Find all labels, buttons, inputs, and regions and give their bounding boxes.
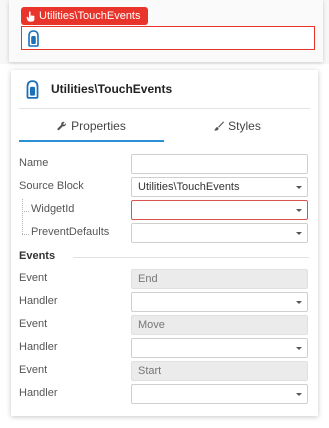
handler-select[interactable] xyxy=(131,384,308,404)
handler-select[interactable] xyxy=(131,292,308,312)
event-label: Event xyxy=(19,364,48,376)
handler-row: Handler xyxy=(11,292,318,314)
chevron-down-icon xyxy=(296,232,302,235)
source-block-value: Utilities\TouchEvents xyxy=(138,181,240,193)
panel-tabs: Properties Styles xyxy=(19,108,310,142)
panel-header: Utilities\TouchEvents xyxy=(11,70,318,108)
handler-row: Handler xyxy=(11,384,318,406)
touch-hand-icon xyxy=(26,80,39,99)
source-block-label: Source Block xyxy=(19,180,84,192)
event-name-field: Move xyxy=(131,315,308,335)
handler-label: Handler xyxy=(19,341,58,353)
event-row: Event Move xyxy=(11,315,318,337)
canvas-area: Utilities\TouchEvents xyxy=(0,0,329,64)
prevent-defaults-label: PreventDefaults xyxy=(31,226,110,238)
prevent-defaults-select[interactable] xyxy=(131,223,308,243)
section-divider xyxy=(73,257,309,258)
handler-select[interactable] xyxy=(131,338,308,358)
event-label: Event xyxy=(19,318,48,330)
wrench-icon xyxy=(57,121,67,130)
block-instance[interactable] xyxy=(21,26,315,50)
property-row-name: Name xyxy=(11,154,318,176)
widget-id-label: WidgetId xyxy=(31,203,75,215)
properties-panel: Utilities\TouchEvents Properties Styles … xyxy=(11,70,318,416)
handler-label: Handler xyxy=(19,387,58,399)
tab-properties[interactable]: Properties xyxy=(19,109,164,142)
source-block-select[interactable]: Utilities\TouchEvents xyxy=(131,177,308,197)
name-input[interactable] xyxy=(131,154,308,174)
canvas-frame: Utilities\TouchEvents xyxy=(9,0,323,62)
event-label: Event xyxy=(19,272,48,284)
touch-hand-icon xyxy=(28,30,39,47)
panel-title: Utilities\TouchEvents xyxy=(51,82,173,96)
property-row-widget-id: WidgetId xyxy=(11,200,318,222)
block-tag[interactable]: Utilities\TouchEvents xyxy=(21,7,148,25)
name-label: Name xyxy=(19,157,49,169)
property-row-source-block: Source Block Utilities\TouchEvents xyxy=(11,177,318,199)
tab-properties-label: Properties xyxy=(71,118,126,133)
chevron-down-icon xyxy=(296,393,302,396)
chevron-down-icon xyxy=(296,301,302,304)
event-name-field: Start xyxy=(131,361,308,381)
event-row: Event End xyxy=(11,269,318,291)
property-row-prevent-defaults: PreventDefaults xyxy=(11,223,318,245)
tab-styles[interactable]: Styles xyxy=(165,109,310,142)
touch-hand-icon xyxy=(26,10,35,22)
event-row: Event Start xyxy=(11,361,318,383)
chevron-down-icon xyxy=(296,209,302,212)
events-section-title: Events xyxy=(19,250,56,262)
brush-icon xyxy=(214,120,225,131)
active-tab-indicator xyxy=(19,140,164,142)
handler-row: Handler xyxy=(11,338,318,360)
chevron-down-icon xyxy=(296,186,302,189)
block-tag-label: Utilities\TouchEvents xyxy=(39,10,141,22)
event-name-field: End xyxy=(131,269,308,289)
chevron-down-icon xyxy=(296,347,302,350)
widget-id-select[interactable] xyxy=(131,200,308,220)
tab-styles-label: Styles xyxy=(228,118,261,133)
handler-label: Handler xyxy=(19,295,58,307)
